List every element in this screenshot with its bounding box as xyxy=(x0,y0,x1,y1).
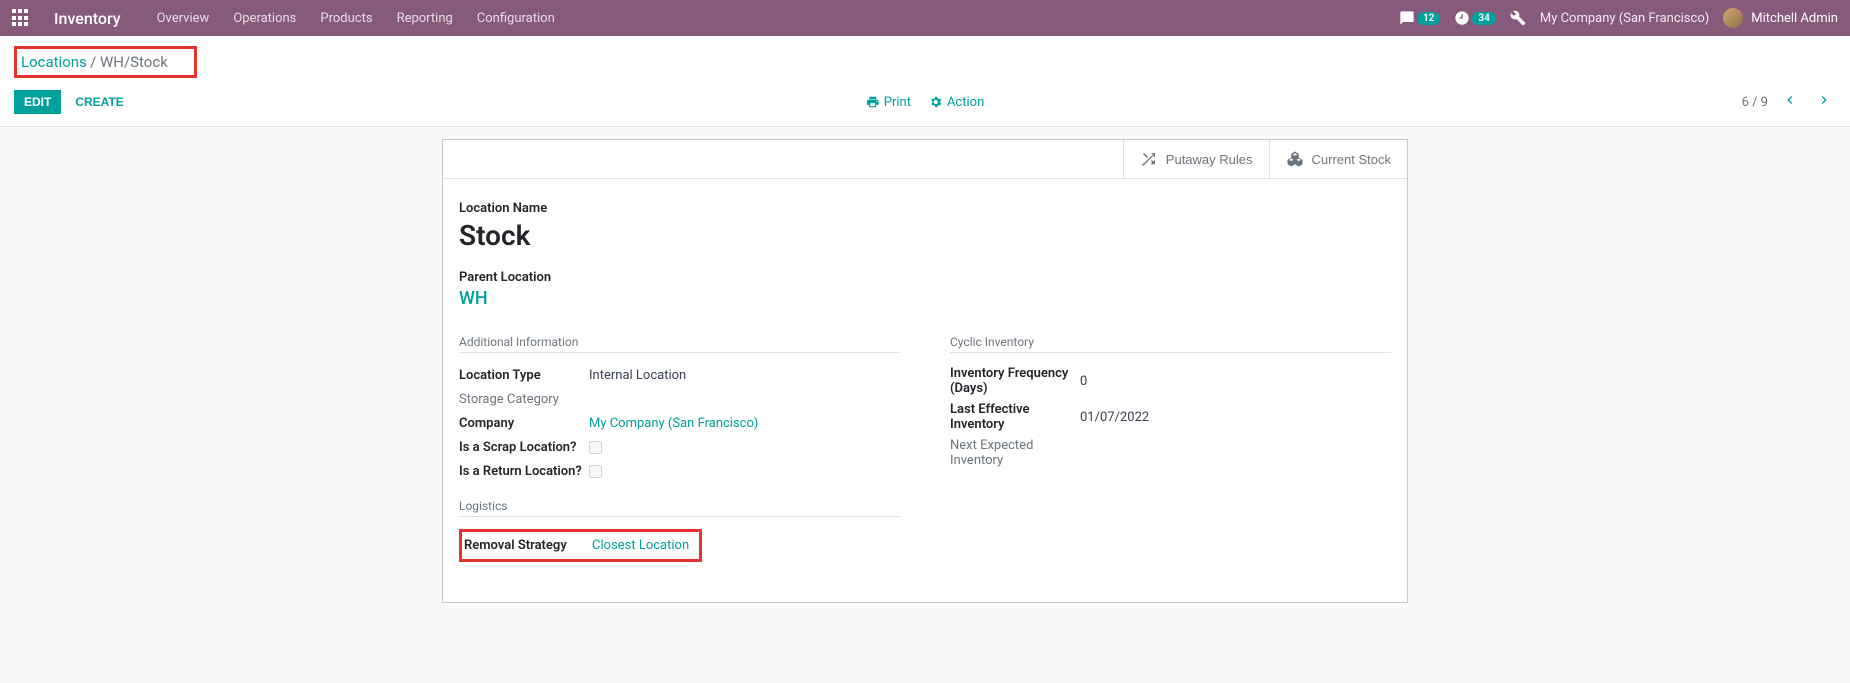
form-sheet: Putaway Rules Current Stock Location Nam… xyxy=(442,139,1408,603)
scrap-location-checkbox[interactable] xyxy=(589,441,602,454)
chat-icon xyxy=(1399,10,1415,26)
last-effective-value: 01/07/2022 xyxy=(1080,410,1149,425)
print-label: Print xyxy=(884,95,911,110)
breadcrumb-row: Locations / WH/Stock xyxy=(0,36,1850,82)
inventory-frequency-label: Inventory Frequency (Days) xyxy=(950,366,1080,396)
chevron-left-icon xyxy=(1782,92,1798,108)
putaway-rules-button[interactable]: Putaway Rules xyxy=(1123,140,1269,178)
clock-icon xyxy=(1454,10,1470,26)
removal-strategy-highlight: Removal Strategy Closest Location xyxy=(459,529,702,562)
shuffle-icon xyxy=(1140,150,1158,168)
pager-prev[interactable] xyxy=(1778,88,1802,116)
gear-icon xyxy=(929,95,943,109)
removal-strategy-link[interactable]: Closest Location xyxy=(592,538,689,553)
print-button[interactable]: Print xyxy=(866,95,911,110)
storage-category-label: Storage Category xyxy=(459,392,589,407)
activities-button[interactable]: 34 xyxy=(1454,10,1495,26)
parent-location-label: Parent Location xyxy=(459,270,1391,285)
last-effective-label: Last Effective Inventory xyxy=(950,402,1080,432)
scrap-location-label: Is a Scrap Location? xyxy=(459,440,589,455)
putaway-label: Putaway Rules xyxy=(1166,152,1253,167)
control-panel: EDIT CREATE Print Action 6 / 9 xyxy=(0,82,1850,127)
return-location-label: Is a Return Location? xyxy=(459,464,589,479)
company-switcher[interactable]: My Company (San Francisco) xyxy=(1540,11,1709,26)
user-menu[interactable]: Mitchell Admin xyxy=(1723,8,1838,28)
breadcrumb-highlight: Locations / WH/Stock xyxy=(14,46,197,78)
message-count-badge: 12 xyxy=(1417,12,1440,25)
activity-count-badge: 34 xyxy=(1472,12,1495,25)
section-cyclic-inventory: Cyclic Inventory xyxy=(950,335,1391,353)
nav-products[interactable]: Products xyxy=(320,11,372,26)
section-logistics: Logistics xyxy=(459,499,900,517)
return-location-checkbox[interactable] xyxy=(589,465,602,478)
location-type-label: Location Type xyxy=(459,368,589,383)
pager-next[interactable] xyxy=(1812,88,1836,116)
messaging-button[interactable]: 12 xyxy=(1399,10,1440,26)
nav-configuration[interactable]: Configuration xyxy=(477,11,555,26)
next-expected-label: Next Expected Inventory xyxy=(950,438,1080,468)
breadcrumb-locations[interactable]: Locations xyxy=(21,53,87,71)
avatar xyxy=(1723,8,1743,28)
print-icon xyxy=(866,95,880,109)
current-stock-button[interactable]: Current Stock xyxy=(1269,140,1407,178)
debug-icon[interactable] xyxy=(1510,10,1526,26)
current-stock-label: Current Stock xyxy=(1312,152,1391,167)
top-navbar: Inventory Overview Operations Products R… xyxy=(0,0,1850,36)
apps-icon[interactable] xyxy=(12,9,30,27)
nav-operations[interactable]: Operations xyxy=(233,11,296,26)
stat-button-box: Putaway Rules Current Stock xyxy=(443,140,1407,179)
location-name-value: Stock xyxy=(459,219,1391,252)
company-label: Company xyxy=(459,416,589,431)
chevron-right-icon xyxy=(1816,92,1832,108)
location-name-label: Location Name xyxy=(459,201,1391,216)
company-link[interactable]: My Company (San Francisco) xyxy=(589,416,758,431)
breadcrumb-separator: / xyxy=(90,53,100,71)
parent-location-link[interactable]: WH xyxy=(459,288,1391,309)
action-label: Action xyxy=(947,95,984,110)
edit-button[interactable]: EDIT xyxy=(14,90,61,114)
cubes-icon xyxy=(1286,150,1304,168)
app-name: Inventory xyxy=(54,9,121,28)
user-name: Mitchell Admin xyxy=(1751,11,1838,26)
nav-reporting[interactable]: Reporting xyxy=(397,11,453,26)
create-button[interactable]: CREATE xyxy=(75,95,123,109)
pager-counter: 6 / 9 xyxy=(1742,95,1768,110)
location-type-value: Internal Location xyxy=(589,368,686,383)
action-button[interactable]: Action xyxy=(929,95,984,110)
inventory-frequency-value: 0 xyxy=(1080,374,1087,389)
breadcrumb-current: WH/Stock xyxy=(100,53,168,71)
section-additional-info: Additional Information xyxy=(459,335,900,353)
nav-overview[interactable]: Overview xyxy=(157,11,210,26)
removal-strategy-label: Removal Strategy xyxy=(464,538,592,553)
